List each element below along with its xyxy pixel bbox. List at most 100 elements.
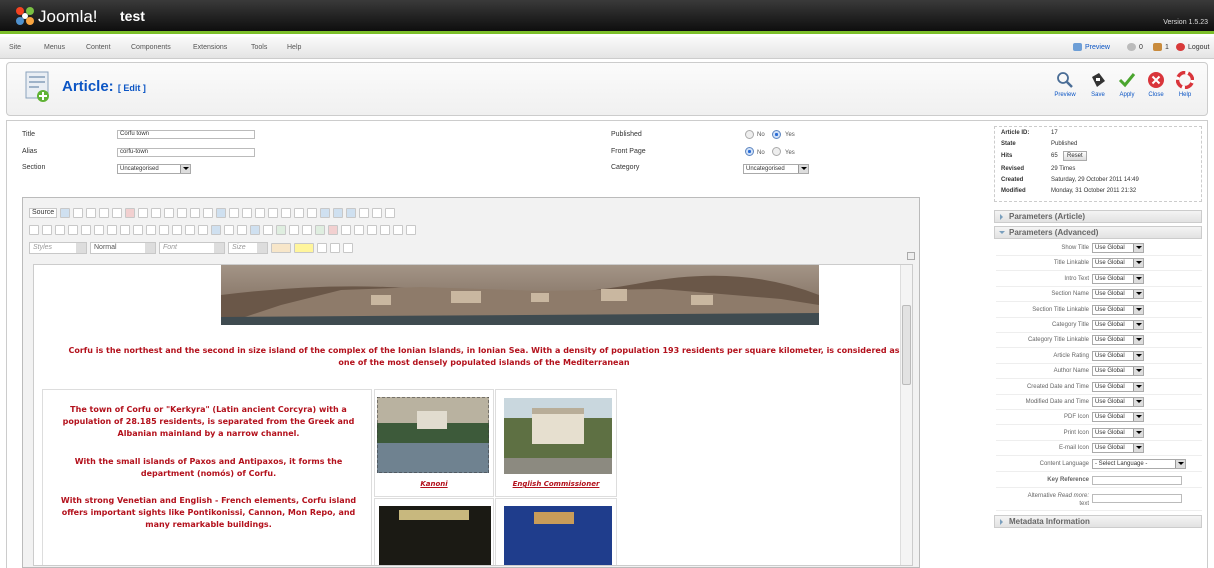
scrollbar-thumb[interactable] (902, 305, 911, 385)
flash-icon[interactable] (328, 225, 338, 235)
anchor-icon[interactable] (302, 225, 312, 235)
english-commissioner-image[interactable] (504, 398, 612, 474)
select-field-icon[interactable] (346, 208, 357, 218)
paste-word-icon[interactable] (177, 208, 188, 218)
outdent-icon[interactable] (146, 225, 156, 235)
strike-icon[interactable] (68, 225, 78, 235)
dusk-photo-image[interactable] (504, 506, 612, 566)
copy-icon[interactable] (138, 208, 149, 218)
print-icon[interactable] (99, 208, 110, 218)
title-input[interactable]: Corfu town (117, 130, 255, 139)
unlink-icon[interactable] (289, 225, 299, 235)
paste-icon[interactable] (151, 208, 162, 218)
metadata-information-pane[interactable]: Metadata Information (994, 515, 1202, 528)
form-icon[interactable] (281, 208, 292, 218)
about-icon[interactable] (343, 243, 353, 253)
textarea-icon[interactable] (333, 208, 344, 218)
editor-content[interactable]: Corfu is the northest and the second in … (33, 264, 913, 566)
italic-icon[interactable] (42, 225, 52, 235)
param-select[interactable]: Use Global (1092, 320, 1144, 330)
reset-hits-button[interactable]: Reset (1063, 151, 1087, 161)
status-messages[interactable]: 0 (1127, 43, 1143, 51)
image-icon[interactable] (315, 225, 325, 235)
bullet-list-icon[interactable] (133, 225, 143, 235)
templates-icon[interactable] (112, 208, 123, 218)
align-left-icon[interactable] (198, 225, 208, 235)
save-doc-icon[interactable] (60, 208, 71, 218)
param-select[interactable]: Use Global (1092, 289, 1144, 300)
checkbox-icon[interactable] (294, 208, 305, 218)
save-button[interactable]: Save (1085, 71, 1111, 98)
param-select[interactable]: Use Global (1092, 397, 1144, 407)
status-preview[interactable]: Preview (1073, 43, 1110, 51)
iframe-icon[interactable] (406, 225, 416, 235)
menu-extensions[interactable]: Extensions (193, 44, 227, 51)
show-blocks-icon[interactable] (330, 243, 340, 253)
radio-icon[interactable] (307, 208, 318, 218)
rtl-icon[interactable] (263, 225, 273, 235)
content-language-select[interactable]: - Select Language - (1092, 459, 1186, 469)
param-select[interactable]: Use Global (1092, 427, 1144, 438)
frontpage-no-radio[interactable] (745, 147, 754, 156)
subscript-icon[interactable] (81, 225, 91, 235)
find-icon[interactable] (216, 208, 227, 218)
help-button[interactable]: Help (1172, 71, 1198, 98)
kanoni-caption[interactable]: Kanoni (375, 480, 493, 488)
size-select[interactable]: Size (228, 242, 268, 254)
published-yes-radio[interactable] (772, 130, 781, 139)
redo-icon[interactable] (203, 208, 214, 218)
div-icon[interactable] (185, 225, 195, 235)
cut-icon[interactable] (125, 208, 136, 218)
paste-text-icon[interactable] (164, 208, 175, 218)
hr-icon[interactable] (354, 225, 364, 235)
param-select[interactable]: Use Global (1092, 443, 1144, 454)
logout-link[interactable]: Logout (1176, 43, 1209, 51)
format-select[interactable]: Normal (90, 242, 156, 254)
param-select[interactable]: Use Global (1092, 243, 1144, 253)
menu-site[interactable]: Site (9, 44, 21, 51)
textfield-icon[interactable] (320, 208, 331, 218)
published-no-radio[interactable] (745, 130, 754, 139)
undo-icon[interactable] (190, 208, 201, 218)
section-select[interactable]: Uncategorised (117, 164, 191, 174)
special-char-icon[interactable] (380, 225, 390, 235)
text-color-icon[interactable] (271, 243, 291, 253)
justify-icon[interactable] (237, 225, 247, 235)
menu-content[interactable]: Content (86, 44, 111, 51)
menu-components[interactable]: Components (131, 44, 171, 51)
indent-icon[interactable] (159, 225, 169, 235)
parameters-advanced-pane[interactable]: Parameters (Advanced) (994, 226, 1202, 239)
editor-scrollbar[interactable] (900, 265, 912, 565)
apply-button[interactable]: Apply (1114, 71, 1140, 98)
alias-input[interactable]: corfu-town (117, 148, 255, 157)
pagebreak-icon[interactable] (393, 225, 403, 235)
new-page-icon[interactable] (73, 208, 84, 218)
param-select[interactable]: Use Global (1092, 258, 1144, 269)
replace-icon[interactable] (229, 208, 240, 218)
menu-help[interactable]: Help (287, 44, 301, 51)
param-select[interactable]: Use Global (1092, 381, 1144, 392)
close-button[interactable]: Close (1143, 71, 1169, 98)
ltr-icon[interactable] (250, 225, 260, 235)
commissioner-caption[interactable]: English Commissioner (496, 480, 616, 488)
frontpage-yes-radio[interactable] (772, 147, 781, 156)
align-center-icon[interactable] (211, 225, 221, 235)
underline-icon[interactable] (55, 225, 65, 235)
param-select[interactable]: Use Global (1092, 412, 1144, 423)
maximize-icon[interactable] (317, 243, 327, 253)
night-photo-image[interactable] (379, 506, 491, 566)
blockquote-icon[interactable] (172, 225, 182, 235)
collapse-toolbar-icon[interactable] (907, 252, 915, 260)
category-select[interactable]: Uncategorised (743, 164, 809, 174)
preview-button[interactable]: Preview (1052, 71, 1078, 98)
superscript-icon[interactable] (94, 225, 104, 235)
kanoni-image[interactable] (377, 397, 489, 473)
image-button-icon[interactable] (385, 208, 396, 218)
styles-select[interactable]: Styles (29, 242, 87, 254)
remove-format-icon[interactable] (107, 225, 117, 235)
smiley-icon[interactable] (367, 225, 377, 235)
spellcheck-icon[interactable] (255, 208, 266, 218)
menu-tools[interactable]: Tools (251, 44, 267, 51)
bold-icon[interactable] (29, 225, 39, 235)
link-icon[interactable] (276, 225, 286, 235)
